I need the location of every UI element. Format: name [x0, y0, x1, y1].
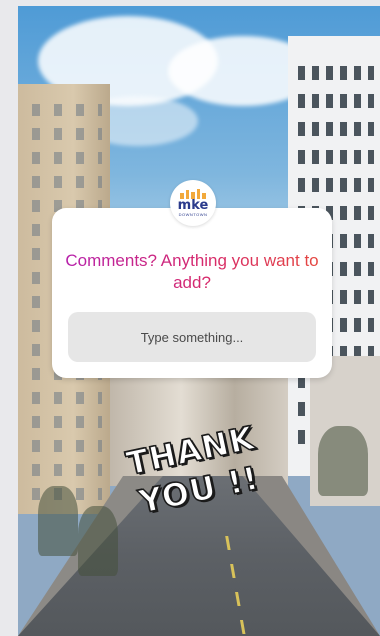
logo-name: mke [177, 198, 209, 213]
tree-shape [78, 506, 118, 576]
question-sticker[interactable]: Comments? Anything you want to add? [52, 208, 332, 378]
answer-input[interactable] [68, 312, 316, 362]
tree-shape [38, 486, 78, 556]
mke-downtown-logo: mke DOWNTOWN [170, 180, 216, 226]
logo-subtitle: DOWNTOWN [178, 212, 208, 217]
question-prompt: Comments? Anything you want to add? [52, 250, 332, 294]
tree-shape [318, 426, 368, 496]
